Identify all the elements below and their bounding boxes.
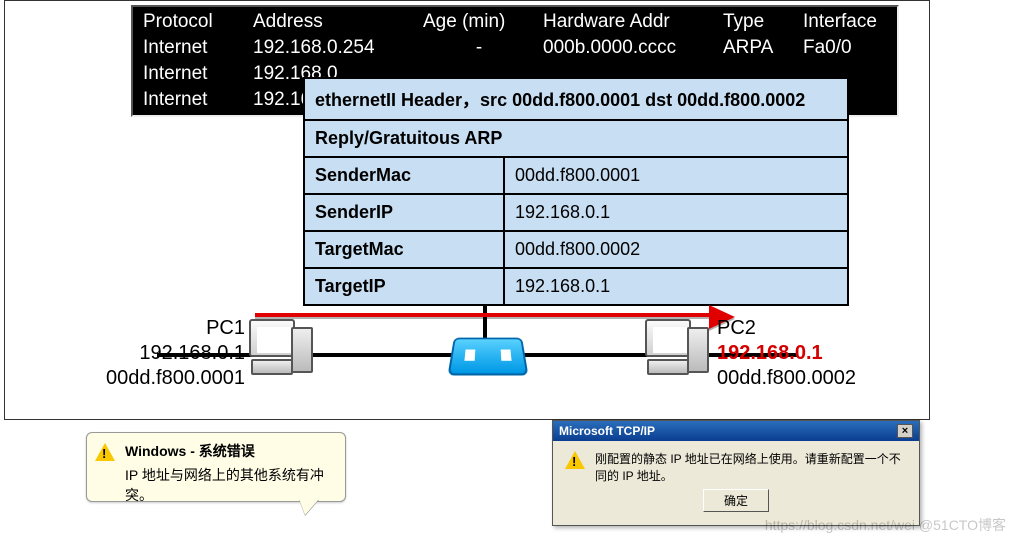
pc1-icon [249,319,313,377]
watermark: https://blog.csdn.net/wei @51CTO博客 [765,515,1006,535]
label-senderip: SenderIP [305,195,505,230]
dialog-title: Microsoft TCP/IP [559,424,655,438]
label-sendermac: SenderMac [305,158,505,193]
pc2-name: PC2 [717,316,907,341]
col-address: Address [249,9,419,35]
arp-packet-panel: ethernetII Header，src 00dd.f800.0001 dst… [303,77,849,306]
arp-row: Internet 192.168.0.254 - 000b.0000.cccc … [139,35,891,61]
dialog-titlebar[interactable]: Microsoft TCP/IP × [553,421,919,441]
pc1-ip: 192.168.0.1 [65,341,245,366]
col-iface: Interface [799,9,891,35]
ethernet-header: ethernetII Header，src 00dd.f800.0001 dst… [305,79,847,119]
pc1-name: PC1 [65,316,245,341]
value-senderip: 192.168.0.1 [505,195,620,230]
close-button[interactable]: × [897,424,913,438]
value-sendermac: 00dd.f800.0001 [505,158,650,193]
dialog-body: 刚配置的静态 IP 地址已在网络上使用。请重新配置一个不同的 IP 地址。 [595,451,907,485]
col-hwaddr: Hardware Addr [539,9,719,35]
arp-type: Reply/Gratuitous ARP [305,121,512,156]
label-targetip: TargetIP [305,269,505,304]
col-protocol: Protocol [139,9,249,35]
balloon-title: Windows - 系统错误 [125,441,335,461]
value-targetmac: 00dd.f800.0002 [505,232,650,267]
arp-header-row: Protocol Address Age (min) Hardware Addr… [139,9,891,35]
col-type: Type [719,9,799,35]
col-age: Age (min) [419,9,539,35]
pc1-labels: PC1 192.168.0.1 00dd.f800.0001 [65,316,245,391]
label-targetmac: TargetMac [305,232,505,267]
warning-icon [95,443,115,461]
pc2-labels: PC2 192.168.0.1 00dd.f800.0002 [717,316,907,391]
ok-button[interactable]: 确定 [703,489,769,512]
pc2-ip-conflict: 192.168.0.1 [717,341,907,366]
pc2-mac: 00dd.f800.0002 [717,366,907,391]
switch-icon [448,338,529,376]
warning-icon [565,451,585,469]
tcpip-dialog: Microsoft TCP/IP × 刚配置的静态 IP 地址已在网络上使用。请… [552,420,920,526]
pc1-mac: 00dd.f800.0001 [65,366,245,391]
pc2-icon [645,319,709,377]
value-targetip: 192.168.0.1 [505,269,620,304]
diagram-canvas: Protocol Address Age (min) Hardware Addr… [4,0,930,420]
windows-error-balloon[interactable]: Windows - 系统错误 IP 地址与网络上的其他系统有冲突。 [86,432,346,502]
